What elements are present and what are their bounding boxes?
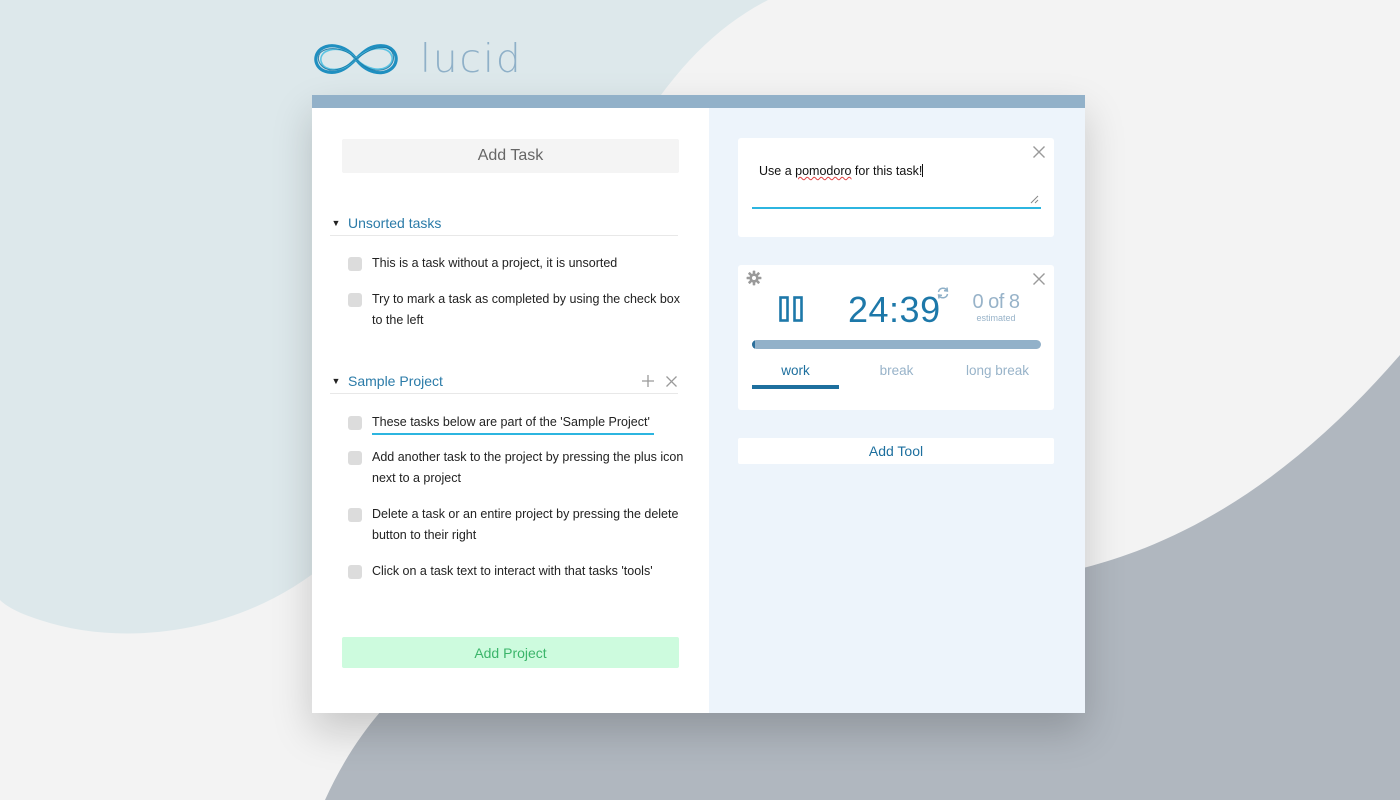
pomodoro-progress-bar [752, 340, 1041, 349]
task-checkbox[interactable] [348, 416, 362, 430]
notes-text: for this task! [851, 164, 923, 178]
mode-tab-work[interactable]: work [752, 363, 839, 378]
section-header-sample-project[interactable]: ▼ Sample Project [330, 369, 678, 394]
notes-tool-card: Use a pomodoro for this task! [738, 138, 1054, 237]
section-actions [641, 374, 678, 388]
task-checkbox[interactable] [348, 451, 362, 465]
task-checkbox[interactable] [348, 257, 362, 271]
pomodoro-progress-fill [752, 340, 755, 349]
notes-text-misspelled: pomodoro [795, 164, 852, 178]
gear-icon[interactable] [746, 270, 762, 286]
notes-text: Use a [759, 164, 796, 178]
notes-textarea[interactable]: Use a pomodoro for this task! [752, 160, 1041, 209]
collapse-caret-icon[interactable]: ▼ [330, 376, 342, 386]
task-checkbox[interactable] [348, 293, 362, 307]
pause-icon[interactable] [779, 296, 803, 322]
task-text[interactable]: Click on a task text to interact with th… [372, 561, 653, 582]
brand-name: lucid [420, 36, 523, 82]
reset-icon[interactable] [936, 286, 950, 300]
tools-panel: Use a pomodoro for this task! 24:39 0 of… [709, 108, 1085, 713]
task-item: Delete a task or an entire project by pr… [348, 506, 684, 546]
add-task-button[interactable]: Add Task [342, 139, 679, 173]
add-project-button[interactable]: Add Project [342, 637, 679, 668]
timer-display: 24:39 [848, 289, 941, 330]
task-item: Add another task to the project by press… [348, 449, 684, 489]
pomodoro-tool-card: 24:39 0 of 8 estimated work break long b… [738, 265, 1054, 410]
plus-icon[interactable] [641, 374, 655, 388]
app-topbar [312, 95, 1085, 108]
active-mode-indicator [752, 385, 839, 389]
task-checkbox[interactable] [348, 508, 362, 522]
add-tool-button[interactable]: Add Tool [738, 438, 1054, 464]
mode-tab-long-break[interactable]: long break [954, 363, 1041, 378]
section-title[interactable]: Unsorted tasks [348, 215, 441, 231]
task-text[interactable]: This is a task without a project, it is … [372, 253, 617, 274]
close-icon[interactable] [1032, 272, 1046, 286]
task-text[interactable]: Try to mark a task as completed by using… [372, 289, 684, 331]
task-text[interactable]: Delete a task or an entire project by pr… [372, 504, 684, 546]
close-icon[interactable] [665, 375, 678, 388]
task-item: This is a task without a project, it is … [348, 255, 684, 274]
task-panel: Add Task ▼ Unsorted tasks This is a task… [312, 108, 709, 713]
resize-grip-icon[interactable] [1030, 195, 1039, 204]
pomodoro-count-caption: estimated [976, 313, 1016, 323]
task-checkbox[interactable] [348, 565, 362, 579]
task-item: Click on a task text to interact with th… [348, 563, 684, 582]
task-text[interactable]: Add another task to the project by press… [372, 447, 684, 489]
task-item: Try to mark a task as completed by using… [348, 291, 684, 331]
close-icon[interactable] [1032, 145, 1046, 159]
text-caret [922, 164, 924, 177]
app-window: Add Task ▼ Unsorted tasks This is a task… [312, 95, 1085, 713]
brand-logo: lucid [312, 34, 523, 84]
task-item-selected: These tasks below are part of the 'Sampl… [348, 414, 684, 435]
collapse-caret-icon[interactable]: ▼ [330, 218, 342, 228]
section-title[interactable]: Sample Project [348, 373, 443, 389]
mode-tab-break[interactable]: break [853, 363, 940, 378]
pomodoro-count-value: 0 of 8 [972, 291, 1020, 313]
infinity-logo-icon [314, 44, 398, 75]
task-text[interactable]: These tasks below are part of the 'Sampl… [372, 412, 654, 435]
pomodoro-count: 0 of 8 estimated [968, 291, 1024, 323]
section-header-unsorted[interactable]: ▼ Unsorted tasks [330, 211, 678, 236]
